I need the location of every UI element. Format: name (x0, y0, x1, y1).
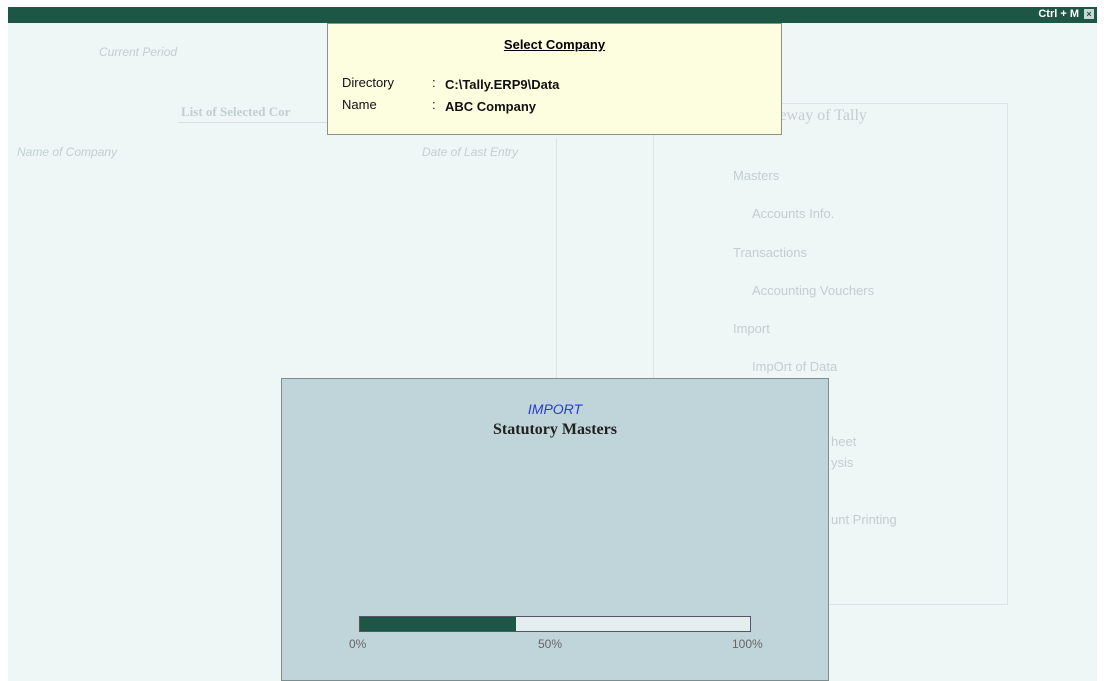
gateway-item-transactions[interactable]: Transactions (733, 245, 807, 260)
progress-tick-50: 50% (538, 637, 563, 651)
title-bar: Ctrl + M × (8, 7, 1097, 23)
gateway-item-partial-printing[interactable]: unt Printing (831, 512, 897, 527)
gateway-item-accounts-info[interactable]: Accounts Info. (752, 206, 834, 221)
gateway-item-import-of-data[interactable]: ImpOrt of Data (752, 359, 837, 374)
select-company-title: Select Company (503, 37, 606, 52)
ctrl-m-shortcut[interactable]: Ctrl + M (1038, 8, 1079, 20)
name-colon: : (432, 97, 436, 112)
company-name-value[interactable]: ABC Company (445, 99, 536, 114)
import-kicker: IMPORT (527, 401, 583, 417)
import-progress-dialog: IMPORT Statutory Masters 0% 50% 100% (281, 378, 829, 681)
directory-colon: : (432, 75, 436, 90)
import-progress-bar (359, 616, 751, 632)
close-icon[interactable]: × (1084, 9, 1094, 19)
directory-label: Directory (342, 75, 395, 90)
progress-tick-100: 100% (732, 637, 763, 651)
list-selected-companies-heading: List of Selected Cor (181, 104, 291, 119)
gateway-item-partial-analysis[interactable]: ysis (831, 455, 853, 470)
name-of-company-header: Name of Company (17, 145, 118, 159)
current-period-label: Current Period (99, 45, 178, 59)
import-progress-fill (360, 617, 516, 631)
gateway-item-partial-sheet[interactable]: heet (831, 434, 856, 449)
import-title: Statutory Masters (493, 421, 617, 438)
gateway-item-import[interactable]: Import (733, 321, 770, 336)
gateway-item-masters[interactable]: Masters (733, 168, 779, 183)
directory-value[interactable]: C:\Tally.ERP9\Data (445, 77, 559, 92)
progress-tick-0: 0% (349, 637, 367, 651)
heading-divider (178, 122, 328, 123)
date-of-last-entry-header: Date of Last Entry (422, 145, 519, 159)
gateway-title: teway of Tally (775, 107, 867, 124)
name-label: Name (342, 97, 377, 112)
gateway-item-accounting-vouchers[interactable]: Accounting Vouchers (752, 283, 874, 298)
select-company-popup: Select Company Directory : C:\Tally.ERP9… (327, 23, 782, 135)
